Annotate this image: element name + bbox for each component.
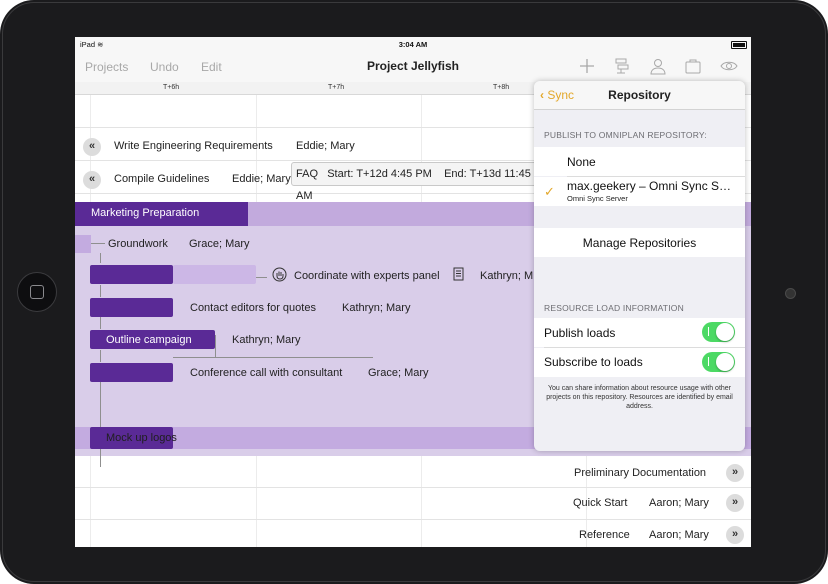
manage-label: Manage Repositories bbox=[582, 236, 697, 250]
expand-right-button[interactable]: » bbox=[726, 464, 744, 482]
task-resources: Kathryn; Mary bbox=[232, 334, 301, 346]
none-label: None bbox=[567, 155, 596, 169]
publish-loads-label: Publish loads bbox=[544, 326, 616, 340]
task-name[interactable]: Reference bbox=[579, 529, 630, 541]
task-bar-coordinate[interactable] bbox=[90, 265, 173, 284]
task-bar-contact-editors[interactable] bbox=[90, 298, 173, 317]
plus-icon[interactable] bbox=[578, 57, 596, 75]
task-bar-coordinate-remaining bbox=[173, 265, 256, 284]
task-bar-conference-call[interactable] bbox=[90, 363, 173, 382]
task-resources: Kathryn; Mary bbox=[342, 302, 411, 314]
structure-icon[interactable] bbox=[613, 57, 631, 75]
expand-right-button[interactable]: » bbox=[726, 526, 744, 544]
task-name[interactable]: Compile Guidelines bbox=[114, 173, 209, 185]
popover-header: ‹ Sync Repository bbox=[534, 81, 745, 110]
timeline-tick: T+6h bbox=[163, 84, 180, 91]
subscribe-loads-toggle[interactable] bbox=[702, 352, 735, 372]
resource-section-header: RESOURCE LOAD INFORMATION bbox=[544, 303, 684, 313]
briefcase-icon[interactable] bbox=[684, 57, 702, 75]
faq-info-box[interactable]: FAQ Start: T+12d 4:45 PM End: T+13d 11:4… bbox=[291, 162, 543, 202]
status-bar: iPad ≋ 3:04 AM bbox=[75, 37, 751, 51]
task-resources: Aaron; Mary bbox=[649, 529, 709, 541]
faq-label: FAQ bbox=[296, 168, 319, 180]
screen: iPad ≋ 3:04 AM Projects Undo Edit Projec… bbox=[75, 37, 751, 547]
task-name[interactable]: Groundwork bbox=[108, 238, 168, 250]
battery-icon bbox=[731, 41, 747, 49]
resource-footnote: You can share information about resource… bbox=[546, 385, 733, 410]
task-name[interactable]: Mock up logos bbox=[106, 432, 177, 444]
eye-icon[interactable] bbox=[720, 57, 738, 75]
home-button[interactable] bbox=[17, 272, 57, 312]
timeline-tick: T+7h bbox=[328, 84, 345, 91]
publish-loads-row: Publish loads bbox=[534, 318, 745, 347]
task-name[interactable]: Conference call with consultant bbox=[190, 367, 342, 379]
task-name[interactable]: Coordinate with experts panel bbox=[294, 270, 440, 282]
repo-subtitle: Omni Sync Server bbox=[567, 194, 628, 203]
task-name[interactable]: Contact editors for quotes bbox=[190, 302, 316, 314]
person-icon[interactable] bbox=[649, 57, 667, 75]
subscribe-loads-row: Subscribe to loads bbox=[534, 348, 745, 377]
status-time: 3:04 AM bbox=[398, 40, 428, 49]
task-resources: Grace; Mary bbox=[368, 367, 429, 379]
task-name[interactable]: Write Engineering Requirements bbox=[114, 140, 273, 152]
toolbar: Projects Undo Edit Project Jellyfish bbox=[75, 51, 751, 83]
collapse-left-button[interactable]: « bbox=[83, 138, 101, 156]
repository-popover: ‹ Sync Repository PUBLISH TO OMNIPLAN RE… bbox=[534, 81, 745, 451]
task-resources: Aaron; Mary bbox=[649, 497, 709, 509]
popover-title: Repository bbox=[608, 88, 671, 102]
task-resources: Kathryn; M bbox=[480, 270, 534, 282]
checkmark-icon: ✓ bbox=[544, 184, 555, 199]
task-bar-groundwork[interactable] bbox=[75, 235, 91, 253]
publish-section-header: PUBLISH TO OMNIPLAN REPOSITORY: bbox=[544, 130, 707, 140]
note-icon[interactable] bbox=[453, 267, 464, 281]
repo-option-none[interactable]: None bbox=[534, 147, 745, 176]
task-name[interactable]: Outline campaign bbox=[106, 334, 192, 346]
task-resources: Eddie; Mary bbox=[232, 173, 291, 185]
repo-option-max-geekery[interactable]: ✓ max.geekery – Omni Sync S… Omni Sync S… bbox=[534, 177, 745, 206]
task-resources: Eddie; Mary bbox=[296, 140, 355, 152]
expand-right-button[interactable]: » bbox=[726, 494, 744, 512]
task-name[interactable]: Marketing Preparation bbox=[91, 207, 199, 219]
task-name[interactable]: Quick Start bbox=[573, 497, 627, 509]
subscribe-loads-label: Subscribe to loads bbox=[544, 355, 643, 369]
ipad-bezel: iPad ≋ 3:04 AM Projects Undo Edit Projec… bbox=[0, 0, 828, 584]
task-name[interactable]: Preliminary Documentation bbox=[574, 467, 706, 479]
camera-icon bbox=[785, 288, 796, 299]
publish-loads-toggle[interactable] bbox=[702, 322, 735, 342]
timeline-tick: T+8h bbox=[493, 84, 510, 91]
home-square-icon bbox=[30, 285, 44, 299]
collapse-left-button[interactable]: « bbox=[83, 171, 101, 189]
faq-start: Start: T+12d 4:45 PM bbox=[327, 168, 432, 180]
task-resources: Grace; Mary bbox=[189, 238, 250, 250]
hand-icon bbox=[272, 267, 287, 282]
repo-name: max.geekery – Omni Sync S… bbox=[567, 179, 732, 193]
manage-repositories-button[interactable]: Manage Repositories bbox=[534, 228, 745, 257]
